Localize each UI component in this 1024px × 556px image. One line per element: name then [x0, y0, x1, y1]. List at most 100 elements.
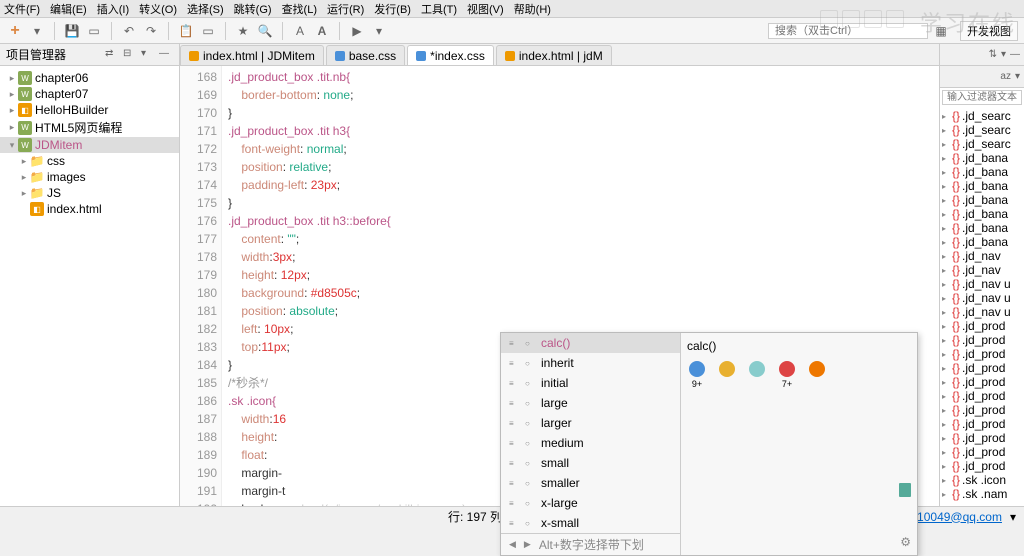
save-icon[interactable]: 💾: [63, 22, 81, 40]
outline-toolbar: az ▾: [940, 66, 1024, 88]
tree-node[interactable]: ▸📁css: [0, 153, 179, 169]
palette-icon[interactable]: ▦: [932, 22, 950, 40]
editor-tab[interactable]: index.html | JDMitem: [180, 45, 324, 65]
project-tree[interactable]: ▸Wchapter06▸Wchapter07▸◧HelloHBuilder▸WH…: [0, 66, 179, 506]
minimize-icon[interactable]: —: [159, 48, 173, 62]
outline-item[interactable]: ▸{}.jd_prod: [940, 445, 1024, 459]
autocomplete-item[interactable]: ≡○x-large: [501, 493, 680, 513]
tree-node[interactable]: ▸📁images: [0, 169, 179, 185]
autocomplete-item[interactable]: ≡○large: [501, 393, 680, 413]
outline-item[interactable]: ▸{}.jd_nav: [940, 249, 1024, 263]
search-icon[interactable]: 🔍: [256, 22, 274, 40]
text-a-icon[interactable]: A: [291, 22, 309, 40]
outline-item[interactable]: ▸{}.jd_prod: [940, 375, 1024, 389]
outline-item[interactable]: ▸{}.jd_nav u: [940, 305, 1024, 319]
autocomplete-item[interactable]: ≡○small: [501, 453, 680, 473]
cut-icon[interactable]: ▭: [85, 22, 103, 40]
autocomplete-popup[interactable]: ≡○calc()≡○inherit≡○initial≡○large≡○large…: [500, 332, 918, 556]
undo-icon[interactable]: ↶: [120, 22, 138, 40]
autocomplete-item[interactable]: ≡○calc(): [501, 333, 680, 353]
outline-item[interactable]: ▸{}.jd_bana: [940, 193, 1024, 207]
collapse-icon[interactable]: ⊟: [123, 48, 137, 62]
outline-menu-icon[interactable]: ▾: [1001, 49, 1006, 60]
outline-list[interactable]: ▸{}.jd_searc▸{}.jd_searc▸{}.jd_searc▸{}.…: [940, 107, 1024, 506]
outline-filter-input[interactable]: [942, 90, 1022, 105]
menu-item[interactable]: 转义(O): [139, 1, 177, 17]
menu-item[interactable]: 视图(V): [467, 1, 504, 17]
outline-item[interactable]: ▸{}.jd_nav u: [940, 291, 1024, 305]
outline-item[interactable]: ▸{}.jd_prod: [940, 333, 1024, 347]
outline-item[interactable]: ▸{}.jd_bana: [940, 235, 1024, 249]
autocomplete-item[interactable]: ≡○smaller: [501, 473, 680, 493]
tree-node[interactable]: ▾WJDMitem: [0, 137, 179, 153]
menu-item[interactable]: 发行(B): [374, 1, 411, 17]
outline-item[interactable]: ▸{}.jd_searc: [940, 123, 1024, 137]
outline-item[interactable]: ▸{}.jd_bana: [940, 221, 1024, 235]
outline-item[interactable]: ▸{}.jd_searc: [940, 137, 1024, 151]
prev-icon[interactable]: ◀: [509, 539, 516, 550]
outline-item[interactable]: ▸{}.jd_bana: [940, 165, 1024, 179]
outline-item[interactable]: ▸{}.jd_prod: [940, 347, 1024, 361]
redo-icon[interactable]: ↷: [142, 22, 160, 40]
filter-icon[interactable]: ▾: [1015, 71, 1020, 82]
tree-node[interactable]: ▸Wchapter07: [0, 86, 179, 102]
menu-item[interactable]: 运行(R): [327, 1, 364, 17]
outline-item[interactable]: ▸{}.jd_nav: [940, 263, 1024, 277]
outline-item[interactable]: ▸{}.jd_bana: [940, 207, 1024, 221]
dropdown-icon[interactable]: ▾: [28, 22, 46, 40]
tree-node[interactable]: ▸📁JS: [0, 185, 179, 201]
tree-node[interactable]: ▸◧HelloHBuilder: [0, 102, 179, 118]
editor-tab[interactable]: *index.css: [407, 45, 494, 65]
browser-icon: 7+: [777, 361, 797, 389]
outline-item[interactable]: ▸{}.jd_prod: [940, 459, 1024, 473]
outline-item[interactable]: ▸{}.jd_prod: [940, 389, 1024, 403]
menu-item[interactable]: 插入(I): [97, 1, 129, 17]
link-icon[interactable]: ⇄: [105, 48, 119, 62]
outline-item[interactable]: ▸{}.sk .nam: [940, 487, 1024, 501]
menu-item[interactable]: 工具(T): [421, 1, 457, 17]
copy-icon[interactable]: ▭: [199, 22, 217, 40]
autocomplete-item[interactable]: ≡○initial: [501, 373, 680, 393]
outline-item[interactable]: ▸{}.jd_prod: [940, 361, 1024, 375]
bookmark-icon[interactable]: ★: [234, 22, 252, 40]
perspective-button[interactable]: 开发视图: [960, 21, 1018, 41]
autocomplete-item[interactable]: ≡○x-small: [501, 513, 680, 533]
az-icon[interactable]: az: [1000, 71, 1011, 82]
editor-tab[interactable]: index.html | jdM: [496, 45, 612, 65]
tree-node[interactable]: ▸Wchapter06: [0, 70, 179, 86]
tools-icon[interactable]: ▾: [370, 22, 388, 40]
status-menu-icon[interactable]: ▾: [1010, 510, 1016, 524]
autocomplete-item[interactable]: ≡○medium: [501, 433, 680, 453]
tree-node[interactable]: ▸WHTML5网页编程: [0, 118, 179, 137]
menu-item[interactable]: 跳转(G): [234, 1, 272, 17]
next-icon[interactable]: ▶: [524, 539, 531, 550]
outline-min-icon[interactable]: —: [1010, 49, 1020, 60]
outline-panel: ⇅ ▾ — az ▾ ▸{}.jd_searc▸{}.jd_searc▸{}.j…: [939, 44, 1024, 506]
new-button[interactable]: +: [6, 22, 24, 40]
menu-item[interactable]: 查找(L): [282, 1, 317, 17]
outline-item[interactable]: ▸{}.jd_bana: [940, 179, 1024, 193]
autocomplete-item[interactable]: ≡○larger: [501, 413, 680, 433]
menu-item[interactable]: 选择(S): [187, 1, 224, 17]
text-a-bold-icon[interactable]: A: [313, 22, 331, 40]
run-icon[interactable]: ▶: [348, 22, 366, 40]
outline-item[interactable]: ▸{}.jd_prod: [940, 319, 1024, 333]
menu-icon[interactable]: ▾: [141, 48, 155, 62]
gear-icon[interactable]: ⚙: [900, 535, 911, 549]
outline-item[interactable]: ▸{}.jd_searc: [940, 109, 1024, 123]
editor-tab[interactable]: base.css: [326, 45, 405, 65]
tree-node[interactable]: ◧index.html: [0, 201, 179, 217]
paste-icon[interactable]: 📋: [177, 22, 195, 40]
menu-item[interactable]: 编辑(E): [50, 1, 87, 17]
autocomplete-item[interactable]: ≡○inherit: [501, 353, 680, 373]
menu-item[interactable]: 帮助(H): [514, 1, 551, 17]
outline-item[interactable]: ▸{}.sk .icon: [940, 473, 1024, 487]
outline-item[interactable]: ▸{}.jd_prod: [940, 403, 1024, 417]
outline-item[interactable]: ▸{}.jd_bana: [940, 151, 1024, 165]
outline-item[interactable]: ▸{}.jd_prod: [940, 417, 1024, 431]
outline-item[interactable]: ▸{}.jd_nav u: [940, 277, 1024, 291]
outline-item[interactable]: ▸{}.jd_prod: [940, 431, 1024, 445]
menu-item[interactable]: 文件(F): [4, 1, 40, 17]
autocomplete-list[interactable]: ≡○calc()≡○inherit≡○initial≡○large≡○large…: [501, 333, 681, 555]
sort-icon[interactable]: ⇅: [989, 49, 997, 60]
